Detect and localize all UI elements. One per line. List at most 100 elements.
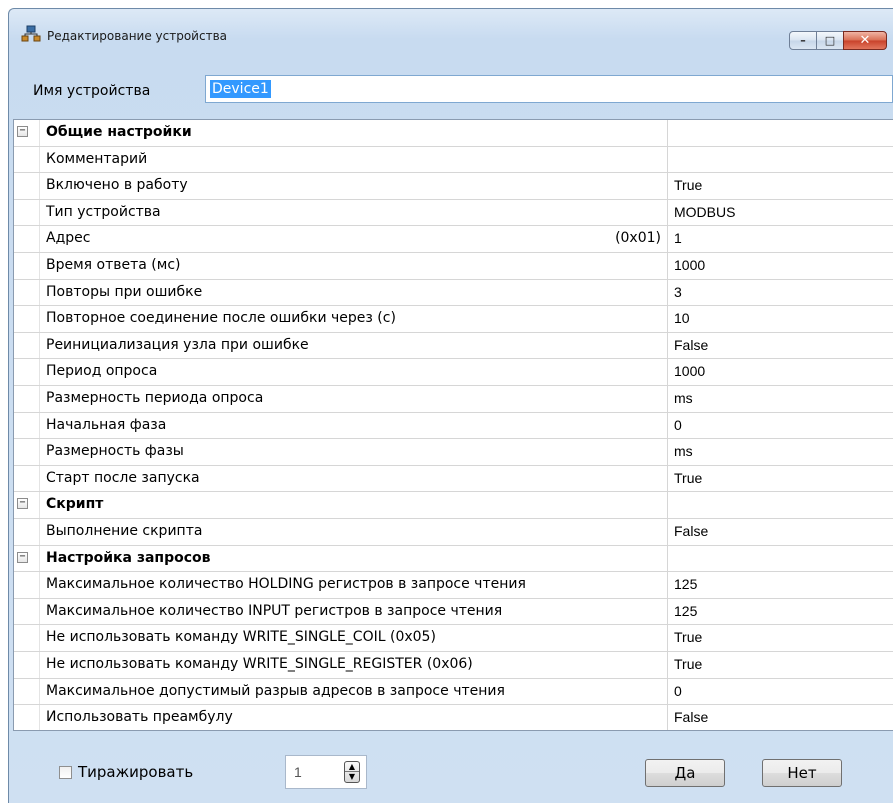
property-row[interactable]: Включено в работу True: [14, 173, 893, 200]
row-gutter: [14, 465, 40, 492]
row-gutter: [14, 705, 40, 730]
property-row[interactable]: Максимальное допустимый разрыв адресов в…: [14, 678, 893, 706]
device-name-input[interactable]: Device1: [205, 75, 893, 103]
property-row[interactable]: Тип устройства MODBUS: [14, 199, 893, 227]
row-gutter: −: [14, 545, 40, 572]
property-value[interactable]: 0: [668, 679, 893, 705]
ok-button[interactable]: Да: [645, 759, 725, 787]
device-name-row: Имя устройства Device1: [9, 65, 893, 119]
property-row[interactable]: Размерность периода опроса ms: [14, 386, 893, 413]
replicate-count-value: 1: [294, 764, 302, 780]
row-gutter: [14, 625, 40, 651]
property-name: Не использовать команду WRITE_SINGLE_REG…: [40, 652, 668, 678]
device-name-label: Имя устройства: [33, 83, 151, 99]
property-value[interactable]: 125: [668, 599, 893, 625]
property-row[interactable]: Максимальное количество INPUT регистров …: [14, 598, 893, 626]
cancel-button[interactable]: Нет: [762, 759, 842, 787]
maximize-button[interactable]: □: [816, 31, 844, 50]
property-value[interactable]: False: [668, 333, 893, 359]
property-row[interactable]: Не использовать команду WRITE_SINGLE_COI…: [14, 625, 893, 652]
edit-device-dialog: Редактирование устройства – □ ✕ Имя устр…: [8, 8, 893, 803]
property-value[interactable]: True: [668, 625, 893, 651]
replicate-option[interactable]: Тиражировать: [59, 763, 193, 781]
property-value[interactable]: MODBUS: [668, 200, 893, 226]
row-gutter: [14, 253, 40, 279]
title-bar[interactable]: Редактирование устройства – □ ✕: [9, 9, 893, 65]
app-network-icon: [21, 25, 41, 43]
collapse-icon[interactable]: −: [17, 551, 28, 563]
property-value[interactable]: 3: [668, 280, 893, 306]
property-name: Старт после запуска: [40, 465, 668, 492]
spin-buttons[interactable]: ▲ ▼: [344, 761, 360, 783]
minimize-icon: –: [800, 34, 806, 47]
property-value[interactable]: False: [668, 705, 893, 730]
property-value[interactable]: 1000: [668, 359, 893, 385]
close-button[interactable]: ✕: [843, 31, 887, 50]
property-category-row[interactable]: − Общие настройки: [14, 120, 893, 147]
property-row[interactable]: Выполнение скрипта False: [14, 519, 893, 546]
property-name: Выполнение скрипта: [40, 519, 668, 545]
property-row[interactable]: Старт после запуска True: [14, 465, 893, 493]
property-value[interactable]: [668, 147, 893, 173]
replicate-count-spinner[interactable]: 1 ▲ ▼: [285, 755, 367, 789]
row-gutter: [14, 519, 40, 545]
property-name: Максимальное допустимый разрыв адресов в…: [40, 678, 668, 705]
property-row[interactable]: Не использовать команду WRITE_SINGLE_REG…: [14, 652, 893, 679]
row-gutter: [14, 146, 40, 173]
property-name: Максимальное количество HOLDING регистро…: [40, 572, 668, 598]
row-gutter: [14, 173, 40, 199]
row-gutter: [14, 332, 40, 359]
spin-down-icon[interactable]: ▼: [345, 772, 359, 782]
property-category-row[interactable]: − Скрипт: [14, 492, 893, 519]
property-value[interactable]: ms: [668, 386, 893, 412]
property-row[interactable]: Начальная фаза 0: [14, 412, 893, 440]
row-gutter: [14, 359, 40, 385]
property-row[interactable]: Размерность фазы ms: [14, 439, 893, 466]
property-name: Адрес (0x01): [40, 226, 668, 252]
property-name: Реинициализация узла при ошибке: [40, 332, 668, 359]
property-value[interactable]: False: [668, 519, 893, 545]
dialog-footer: Тиражировать 1 ▲ ▼ Да Нет: [9, 739, 893, 803]
property-value[interactable]: [668, 546, 893, 572]
replicate-checkbox[interactable]: [59, 765, 72, 779]
property-name: Не использовать команду WRITE_SINGLE_COI…: [40, 625, 668, 651]
property-value[interactable]: 0: [668, 413, 893, 439]
property-row[interactable]: Комментарий: [14, 146, 893, 174]
property-value[interactable]: True: [668, 173, 893, 199]
collapse-icon[interactable]: −: [17, 126, 28, 137]
property-name: Комментарий: [40, 146, 668, 173]
property-value[interactable]: [668, 120, 893, 146]
row-gutter: [14, 386, 40, 412]
property-value[interactable]: 10: [668, 306, 893, 332]
property-name: Использовать преамбулу: [40, 705, 668, 730]
property-category-row[interactable]: − Настройка запросов: [14, 545, 893, 573]
row-gutter: −: [14, 492, 40, 518]
property-value[interactable]: 1: [668, 226, 893, 252]
property-row[interactable]: Период опроса 1000: [14, 359, 893, 386]
property-name: Размерность фазы: [40, 439, 668, 465]
device-name-value: Device1: [210, 80, 271, 98]
property-row[interactable]: Повторы при ошибке 3: [14, 279, 893, 307]
property-row[interactable]: Повторное соединение после ошибки через …: [14, 306, 893, 333]
property-value[interactable]: [668, 492, 893, 518]
property-row[interactable]: Адрес (0x01) 1: [14, 226, 893, 253]
property-value[interactable]: 125: [668, 572, 893, 598]
property-row[interactable]: Использовать преамбулу False: [14, 705, 893, 730]
property-value[interactable]: True: [668, 652, 893, 678]
property-value[interactable]: True: [668, 466, 893, 492]
category-name: Общие настройки: [40, 120, 668, 146]
property-name: Повторное соединение после ошибки через …: [40, 306, 668, 332]
property-row[interactable]: Время ответа (мс) 1000: [14, 253, 893, 280]
collapse-icon[interactable]: −: [17, 498, 28, 510]
spin-up-icon[interactable]: ▲: [345, 762, 359, 772]
property-name: Повторы при ошибке: [40, 279, 668, 306]
property-value[interactable]: ms: [668, 439, 893, 465]
maximize-icon: □: [824, 34, 836, 47]
row-gutter: [14, 226, 40, 252]
property-name: Начальная фаза: [40, 412, 668, 439]
minimize-button[interactable]: –: [789, 31, 817, 50]
property-grid[interactable]: − Общие настройки Комментарий Включено в ра…: [13, 119, 893, 731]
property-row[interactable]: Реинициализация узла при ошибке False: [14, 332, 893, 360]
property-value[interactable]: 1000: [668, 253, 893, 279]
property-row[interactable]: Максимальное количество HOLDING регистро…: [14, 572, 893, 599]
